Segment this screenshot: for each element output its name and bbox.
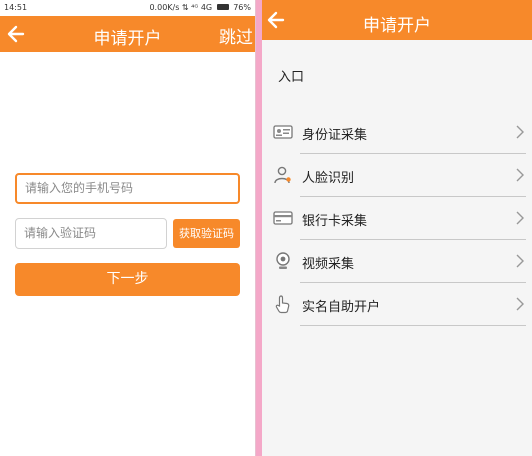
video-camera-icon	[276, 252, 290, 269]
status-time: 14:51	[4, 3, 28, 12]
menu-item-label: 视频采集	[302, 257, 355, 272]
entrance-heading: 入口	[278, 70, 305, 85]
account-opening-menu-screen: 申请开户 入口 身份证采集 人脸识别 银行卡采集 视频采集 实名自助开户	[262, 0, 532, 456]
chevron-right-icon	[516, 211, 524, 225]
chevron-right-icon	[516, 125, 524, 139]
skip-button[interactable]: 跳过	[219, 23, 253, 48]
menu-item-label: 银行卡采集	[302, 214, 368, 229]
status-bar: 14:51 0.00K/s ⇅ ⁴ᴳ 4G 76%	[0, 0, 255, 16]
phone-verification-screen: 14:51 0.00K/s ⇅ ⁴ᴳ 4G 76% 申请开户 跳过 请输入您的手…	[0, 0, 256, 456]
app-header: 申请开户	[262, 0, 532, 40]
page-title: 申请开户	[93, 29, 162, 49]
status-indicators: 0.00K/s ⇅ ⁴ᴳ 4G 76%	[149, 3, 251, 12]
menu-item-face-recognition[interactable]: 人脸识别	[262, 154, 532, 197]
id-card-icon	[273, 125, 293, 139]
page-title: 申请开户	[363, 16, 431, 36]
menu-item-label: 人脸识别	[302, 171, 355, 186]
hand-pointer-icon	[275, 295, 290, 314]
menu-item-label: 实名自助开户	[302, 300, 381, 315]
face-recognition-icon	[274, 166, 291, 184]
bank-card-icon	[273, 211, 293, 225]
menu-item-self-service[interactable]: 实名自助开户	[262, 283, 532, 326]
app-header: 申请开户 跳过	[0, 16, 255, 52]
divider	[300, 325, 526, 326]
chevron-right-icon	[516, 297, 524, 311]
battery-icon	[216, 4, 229, 10]
menu-item-bank-card[interactable]: 银行卡采集	[262, 197, 532, 240]
network-status: 0.00K/s ⇅ ⁴ᴳ 4G	[149, 3, 213, 12]
chevron-right-icon	[516, 254, 524, 268]
battery-level: 76%	[233, 3, 251, 12]
menu-item-id-card[interactable]: 身份证采集	[262, 111, 532, 154]
menu-item-video[interactable]: 视频采集	[262, 240, 532, 283]
get-code-button[interactable]: 获取验证码	[173, 219, 240, 248]
chevron-right-icon	[516, 168, 524, 182]
phone-number-input[interactable]: 请输入您的手机号码	[15, 173, 240, 204]
next-step-button[interactable]: 下一步	[15, 263, 240, 296]
verification-code-input[interactable]: 请输入验证码	[15, 218, 167, 249]
menu-item-label: 身份证采集	[302, 128, 368, 143]
